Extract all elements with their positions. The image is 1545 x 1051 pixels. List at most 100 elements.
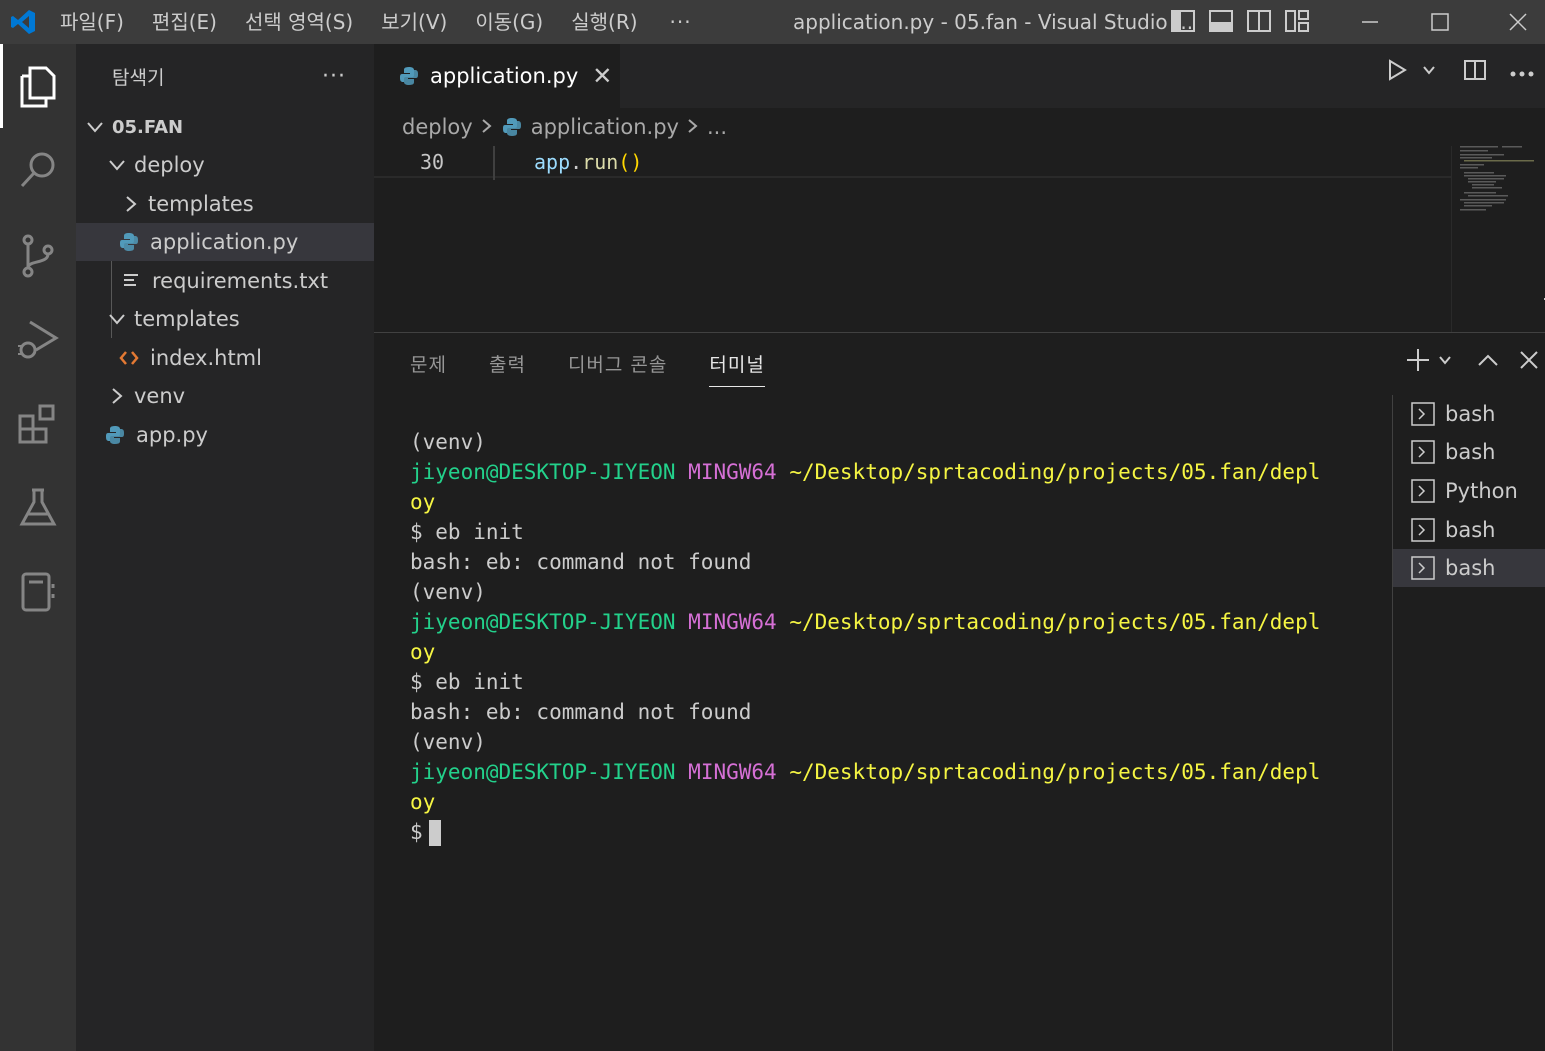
chevron-down-icon xyxy=(106,154,128,176)
toggle-panel-icon[interactable] xyxy=(1206,6,1236,36)
file-requirements-txt[interactable]: requirements.txt xyxy=(76,262,374,300)
file-index-html[interactable]: index.html xyxy=(76,339,374,377)
tab-problems[interactable]: 문제 xyxy=(410,347,447,387)
chevron-down-icon[interactable] xyxy=(1421,62,1437,82)
terminal-line: oy xyxy=(410,790,436,814)
terminal-item-bash[interactable]: bash xyxy=(1393,433,1545,471)
explorer-header: 탐색기 ··· xyxy=(76,44,374,108)
vscode-logo-icon xyxy=(0,0,46,44)
terminal-item-python[interactable]: Python xyxy=(1393,472,1545,510)
explorer-title: 탐색기 xyxy=(112,66,165,89)
chevron-down-icon xyxy=(106,308,128,330)
menu-selection[interactable]: 선택 영역(S) xyxy=(231,0,367,44)
folder-root-05fan[interactable]: 05.FAN xyxy=(76,108,374,146)
toggle-secondary-sidebar-icon[interactable] xyxy=(1244,6,1274,36)
customize-layout-icon[interactable] xyxy=(1282,6,1312,36)
html-file-icon xyxy=(118,347,140,369)
text-file-icon xyxy=(120,270,142,292)
activity-bar xyxy=(0,44,76,1051)
minimap[interactable] xyxy=(1451,146,1545,332)
terminal-output[interactable]: (venv) jiyeon@DESKTOP-JIYEON MINGW64 ~/De… xyxy=(410,427,1370,847)
terminal-line: bash: eb: command not found xyxy=(410,700,752,724)
folder-venv[interactable]: venv xyxy=(76,377,374,415)
chevron-right-icon xyxy=(120,193,142,215)
python-file-icon xyxy=(118,231,140,253)
notebook-icon[interactable] xyxy=(0,550,76,634)
terminal-line: (venv) xyxy=(410,580,486,604)
terminal-line: (venv) xyxy=(410,430,486,454)
tab-application-py[interactable]: application.py ✕ xyxy=(374,44,620,108)
terminal-line: $ eb init xyxy=(410,520,524,544)
file-app-py[interactable]: app.py xyxy=(76,416,374,454)
code-editor[interactable]: 30 app.run() xyxy=(374,146,1545,332)
chevron-right-icon xyxy=(687,115,699,139)
tab-label: application.py xyxy=(430,64,579,88)
terminal-line: (venv) xyxy=(410,730,486,754)
more-actions-icon[interactable] xyxy=(1509,63,1535,82)
terminal-item-bash-active[interactable]: bash xyxy=(1393,549,1545,587)
menu-view[interactable]: 보기(V) xyxy=(367,0,461,44)
terminal-item-bash[interactable]: bash xyxy=(1393,395,1545,433)
folder-templates[interactable]: templates xyxy=(76,300,374,338)
file-label: requirements.txt xyxy=(152,269,329,293)
window-title: application.py - 05.fan - Visual Studio … xyxy=(793,10,1194,34)
minimize-button[interactable] xyxy=(1340,0,1400,44)
panel-tab-bar: 문제 출력 디버그 콘솔 터미널 xyxy=(410,347,807,387)
menu-edit[interactable]: 편집(E) xyxy=(138,0,231,44)
split-editor-icon[interactable] xyxy=(1463,58,1487,86)
folder-deploy-templates[interactable]: templates xyxy=(76,185,374,223)
breadcrumb-item-deploy[interactable]: deploy xyxy=(402,115,473,139)
new-terminal-plus-icon[interactable] xyxy=(1405,347,1431,377)
source-control-icon[interactable] xyxy=(0,214,76,298)
terminal-prompt-line: jiyeon@DESKTOP-JIYEON MINGW64 ~/Desktop/… xyxy=(410,610,1321,634)
folder-label: templates xyxy=(148,192,254,216)
toggle-primary-sidebar-icon[interactable] xyxy=(1168,6,1198,36)
editor-tab-bar: application.py ✕ xyxy=(374,44,1545,108)
terminal-icon xyxy=(1411,440,1435,464)
title-bar: 파일(F) 편집(E) 선택 영역(S) 보기(V) 이동(G) 실행(R) ·… xyxy=(0,0,1545,44)
file-label: application.py xyxy=(150,230,299,254)
folder-label: 05.FAN xyxy=(112,116,184,138)
menu-file[interactable]: 파일(F) xyxy=(46,0,138,44)
chevron-right-icon xyxy=(106,385,128,407)
menu-more-button[interactable]: ··· xyxy=(652,0,710,44)
run-debug-icon[interactable] xyxy=(0,298,76,382)
breadcrumb-item-application-py[interactable]: application.py xyxy=(531,115,679,139)
tab-output[interactable]: 출력 xyxy=(489,347,526,387)
explorer-icon[interactable] xyxy=(0,44,76,128)
file-application-py[interactable]: application.py xyxy=(76,223,374,261)
chevron-down-icon[interactable] xyxy=(1437,352,1453,372)
line-number: 30 xyxy=(420,150,445,174)
menu-go[interactable]: 이동(G) xyxy=(461,0,557,44)
maximize-button[interactable] xyxy=(1410,0,1470,44)
file-label: index.html xyxy=(150,346,262,370)
terminal-line: bash: eb: command not found xyxy=(410,550,752,574)
breadcrumb-item-symbols[interactable]: ... xyxy=(707,115,727,139)
terminal-line: oy xyxy=(410,490,436,514)
terminal-cursor xyxy=(428,820,441,846)
explorer-sidebar: 탐색기 ··· 05.FAN deploy templates applicat… xyxy=(76,44,374,1051)
close-tab-icon[interactable]: ✕ xyxy=(592,62,612,90)
maximize-panel-chevron-up-icon[interactable] xyxy=(1477,352,1499,372)
terminal-icon xyxy=(1411,556,1435,580)
code-line: app.run() xyxy=(534,150,642,174)
close-window-button[interactable] xyxy=(1488,0,1545,44)
folder-deploy[interactable]: deploy xyxy=(76,146,374,184)
tab-terminal[interactable]: 터미널 xyxy=(709,347,765,387)
terminal-icon xyxy=(1411,479,1435,503)
tab-debug-console[interactable]: 디버그 콘솔 xyxy=(568,347,667,387)
menu-run[interactable]: 실행(R) xyxy=(557,0,651,44)
extensions-icon[interactable] xyxy=(0,382,76,466)
close-panel-icon[interactable] xyxy=(1519,350,1539,374)
terminal-line: $ eb init xyxy=(410,670,524,694)
testing-icon[interactable] xyxy=(0,466,76,550)
terminal-item-label: bash xyxy=(1445,440,1496,464)
explorer-more-button[interactable]: ··· xyxy=(322,64,346,89)
sticky-scroll-border xyxy=(374,176,1452,178)
run-python-file-icon[interactable] xyxy=(1385,58,1409,86)
search-icon[interactable] xyxy=(0,128,76,212)
terminal-item-bash[interactable]: bash xyxy=(1393,511,1545,549)
terminal-item-label: bash xyxy=(1445,518,1496,542)
terminal-prompt-line: jiyeon@DESKTOP-JIYEON MINGW64 ~/Desktop/… xyxy=(410,460,1321,484)
bottom-panel: 문제 출력 디버그 콘솔 터미널 (venv) jiyeon@DESKTOP-JI… xyxy=(374,332,1545,1051)
